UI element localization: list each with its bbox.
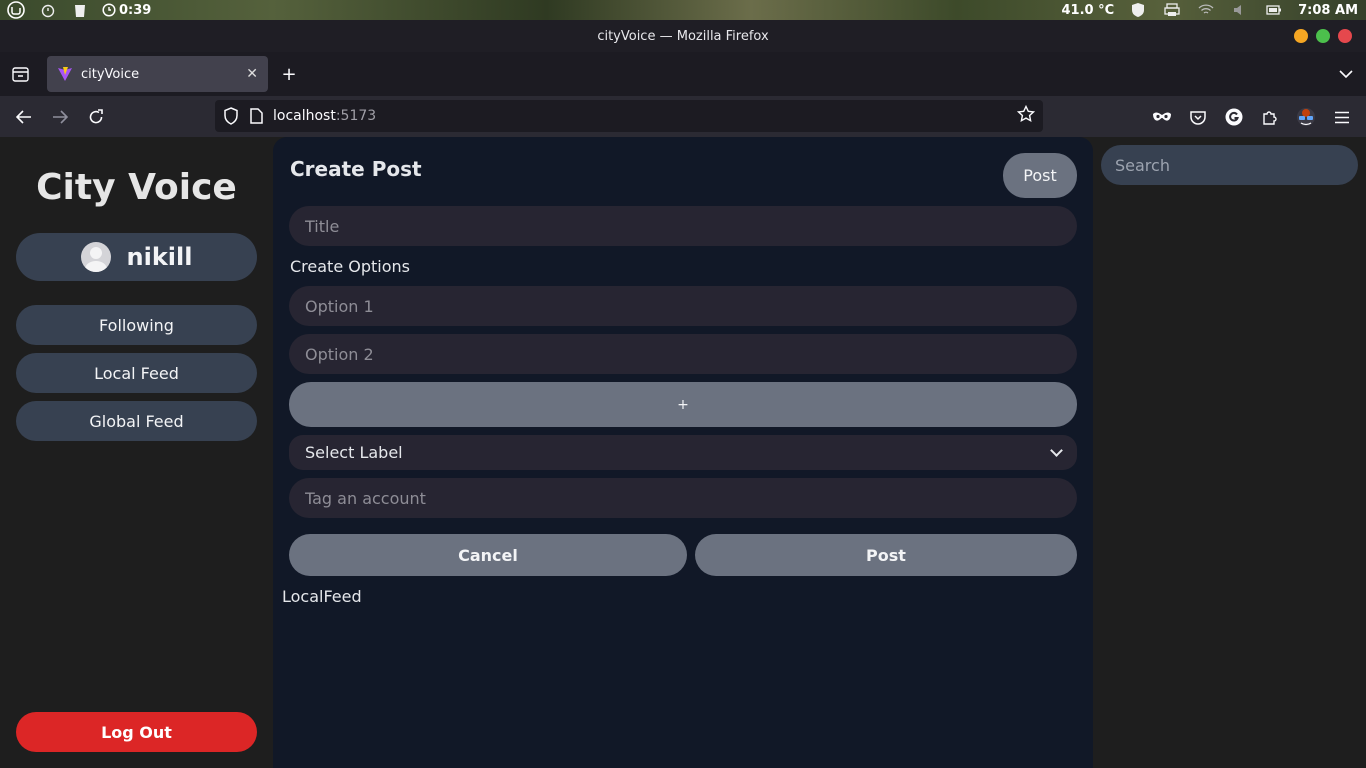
add-option-button[interactable]: + xyxy=(289,382,1077,427)
reload-icon[interactable] xyxy=(85,106,107,128)
list-all-tabs-icon[interactable] xyxy=(1337,65,1355,83)
post-label: Post xyxy=(866,545,906,565)
label-select-value: Select Label xyxy=(305,443,403,462)
url-host: localhost xyxy=(273,108,336,124)
sidebar-item-global-feed[interactable]: Global Feed xyxy=(16,401,257,441)
account-avatar-icon[interactable] xyxy=(1295,106,1317,128)
profile-button[interactable]: nikill xyxy=(16,233,257,281)
vite-favicon-icon xyxy=(58,67,72,81)
window-titlebar: cityVoice — Mozilla Firefox xyxy=(0,20,1366,52)
cancel-button[interactable]: Cancel xyxy=(289,534,687,576)
navigation-toolbar: localhost:5173 xyxy=(0,96,1366,137)
window-title: cityVoice — Mozilla Firefox xyxy=(597,28,769,44)
main-panel: Create Post Post Create Options + Select… xyxy=(273,137,1093,768)
search-input[interactable] xyxy=(1101,145,1358,185)
volume-icon[interactable] xyxy=(1230,2,1250,18)
timer-icon[interactable] xyxy=(38,2,58,18)
extensions-puzzle-icon[interactable] xyxy=(1259,106,1281,128)
post-button[interactable]: Post xyxy=(695,534,1077,576)
timer-text: 0:39 xyxy=(119,2,152,18)
chevron-down-icon xyxy=(1050,443,1063,457)
post-top-button[interactable]: Post xyxy=(1003,153,1077,198)
minimize-button[interactable] xyxy=(1294,29,1308,43)
sidebar-item-local-feed[interactable]: Local Feed xyxy=(16,353,257,393)
cancel-label: Cancel xyxy=(458,545,518,565)
grammarly-icon[interactable] xyxy=(1223,106,1245,128)
add-option-label: + xyxy=(677,396,689,413)
label-select[interactable]: Select Label xyxy=(289,435,1077,470)
wifi-icon[interactable] xyxy=(1196,2,1216,18)
sidebar-item-label: Following xyxy=(99,315,174,335)
tracking-protection-icon[interactable] xyxy=(223,107,239,125)
tab-cityvoice[interactable]: cityVoice ✕ xyxy=(47,56,268,92)
forward-icon[interactable] xyxy=(49,106,71,128)
battery-icon[interactable] xyxy=(1264,2,1284,18)
avatar xyxy=(80,242,111,272)
title-input[interactable] xyxy=(289,206,1077,246)
clock-icon xyxy=(102,3,116,17)
url-port: :5173 xyxy=(335,108,377,124)
pocket-icon[interactable] xyxy=(1187,106,1209,128)
trash-icon[interactable] xyxy=(70,2,90,18)
sidebar-item-label: Global Feed xyxy=(89,411,184,431)
local-feed-label: LocalFeed xyxy=(282,587,362,606)
new-tab-icon[interactable]: + xyxy=(280,64,298,85)
create-options-label: Create Options xyxy=(290,257,410,276)
page-content: City Voice nikill Following Local Feed G… xyxy=(0,137,1366,768)
clock-text[interactable]: 7:08 AM xyxy=(1298,3,1358,18)
page-info-icon[interactable] xyxy=(249,108,263,124)
tab-strip: cityVoice ✕ + xyxy=(0,52,1366,96)
create-post-heading: Create Post xyxy=(290,157,422,181)
printer-icon[interactable] xyxy=(1162,2,1182,18)
stopwatch-timer[interactable]: 0:39 xyxy=(102,3,151,18)
firefox-view-icon[interactable] xyxy=(11,65,29,83)
tab-label: cityVoice xyxy=(81,66,140,82)
sidebar-item-following[interactable]: Following xyxy=(16,305,257,345)
sidebar-item-label: Local Feed xyxy=(94,363,179,383)
logout-button[interactable]: Log Out xyxy=(16,712,257,752)
tag-account-input[interactable] xyxy=(289,478,1077,518)
sidebar: City Voice nikill Following Local Feed G… xyxy=(0,137,273,768)
system-top-bar: 0:39 41.0 °C 7:08 AM xyxy=(0,0,1366,20)
option-1-input[interactable] xyxy=(289,286,1077,326)
bookmark-star-icon[interactable] xyxy=(1016,104,1036,127)
private-mask-icon[interactable] xyxy=(1151,106,1173,128)
post-top-label: Post xyxy=(1023,166,1057,185)
back-icon[interactable] xyxy=(13,106,35,128)
username: nikill xyxy=(126,243,193,271)
logout-label: Log Out xyxy=(101,722,172,742)
maximize-button[interactable] xyxy=(1316,29,1330,43)
brand-title: City Voice xyxy=(36,167,237,208)
close-window-button[interactable] xyxy=(1338,29,1352,43)
address-bar[interactable]: localhost:5173 xyxy=(215,100,1043,132)
close-tab-icon[interactable]: ✕ xyxy=(246,66,258,82)
option-2-input[interactable] xyxy=(289,334,1077,374)
hamburger-menu-icon[interactable] xyxy=(1331,106,1353,128)
mint-menu-icon[interactable] xyxy=(6,1,26,19)
shield-icon[interactable] xyxy=(1128,2,1148,18)
temperature-text: 41.0 °C xyxy=(1061,2,1115,18)
